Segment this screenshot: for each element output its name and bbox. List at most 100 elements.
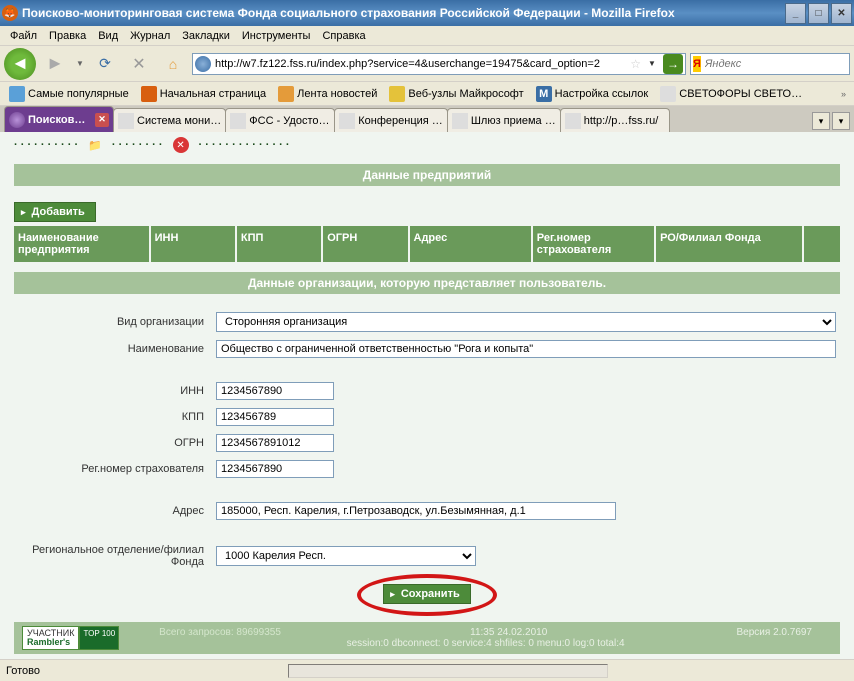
input-inn[interactable] — [216, 382, 334, 400]
hidden-link-2[interactable]: · · · · · · · · — [112, 139, 163, 151]
tab-item[interactable]: http://p…fss.ru/ — [560, 108, 670, 132]
label-ogrn: ОГРН — [18, 437, 208, 449]
bookmark-start-page[interactable]: Начальная страница — [136, 84, 271, 104]
tab-favicon — [118, 113, 134, 129]
nav-home-button[interactable]: ⌂ — [158, 49, 188, 79]
column-header[interactable] — [803, 226, 840, 262]
yandex-icon[interactable]: Я — [693, 56, 701, 72]
bookmark-svetofor[interactable]: СВЕТОФОРЫ СВЕТО… — [655, 84, 807, 104]
top100-badge[interactable]: TOP 100 — [79, 626, 119, 650]
site-identity-icon[interactable] — [195, 56, 211, 72]
column-header[interactable]: Наименование предприятия — [14, 226, 150, 262]
label-address: Адрес — [18, 505, 208, 517]
tab-item[interactable]: Шлюз приема … — [447, 108, 561, 132]
column-header[interactable]: РО/Филиал Фонда — [655, 226, 803, 262]
bookmark-links-setup[interactable]: MНастройка ссылок — [531, 84, 654, 104]
tab-favicon — [230, 113, 246, 129]
hidden-link-1[interactable]: · · · · · · · · · · — [14, 139, 78, 151]
minimize-button[interactable]: _ — [785, 3, 806, 24]
bookmark-microsoft[interactable]: Веб-узлы Майкрософт — [384, 84, 528, 104]
menu-history[interactable]: Журнал — [124, 28, 176, 44]
search-input[interactable] — [705, 58, 848, 70]
url-input[interactable] — [215, 55, 626, 73]
rambler-badge[interactable]: УЧАСТНИКRambler's — [22, 626, 79, 650]
bookmark-icon — [389, 86, 405, 102]
column-header[interactable]: Рег.номер страхователя — [532, 226, 655, 262]
status-bar: Готово — [0, 659, 854, 681]
label-kpp: КПП — [18, 411, 208, 423]
bookmark-star-icon[interactable]: ☆ — [630, 57, 641, 71]
footer-version: Версия 2.0.7697 — [737, 627, 813, 638]
url-bar[interactable]: ☆ ▼ → — [192, 53, 686, 75]
bookmark-most-popular[interactable]: Самые популярные — [4, 84, 134, 104]
sub-section-header: Данные организации, которую представляет… — [14, 272, 840, 294]
label-regnum: Рег.номер страхователя — [18, 463, 208, 475]
column-header[interactable]: ОГРН — [322, 226, 408, 262]
bookmarks-overflow[interactable]: » — [837, 89, 850, 99]
entities-table: Наименование предприятия ИНН КПП ОГРН Ад… — [14, 226, 840, 262]
bookmark-icon: M — [536, 86, 552, 102]
column-header[interactable]: ИНН — [150, 226, 236, 262]
section-header: Данные предприятий — [14, 164, 840, 186]
menu-tools[interactable]: Инструменты — [236, 28, 317, 44]
nav-history-dropdown[interactable]: ▼ — [74, 49, 86, 79]
hidden-link-3[interactable]: · · · · · · · · · · · · · · — [199, 139, 290, 151]
window-title: Поисково-мониторинговая система Фонда со… — [22, 6, 785, 20]
nav-reload-button[interactable]: ⟳ — [90, 49, 120, 79]
bookmark-news-feed[interactable]: Лента новостей — [273, 84, 382, 104]
firefox-icon: 🦊 — [2, 5, 18, 21]
label-inn: ИНН — [18, 385, 208, 397]
menu-edit[interactable]: Правка — [43, 28, 92, 44]
menu-bookmarks[interactable]: Закладки — [176, 28, 236, 44]
tab-favicon — [339, 113, 355, 129]
input-regnum[interactable] — [216, 460, 334, 478]
delete-icon[interactable]: ✕ — [173, 137, 189, 153]
menu-help[interactable]: Справка — [316, 28, 371, 44]
menu-file[interactable]: Файл — [4, 28, 43, 44]
input-kpp[interactable] — [216, 408, 334, 426]
maximize-button[interactable]: □ — [808, 3, 829, 24]
folder-icon[interactable]: 📁 — [88, 139, 102, 152]
tab-item[interactable]: Система мони… — [113, 108, 226, 132]
tab-active[interactable]: Поисков… ✕ — [4, 106, 114, 132]
page-footer: УЧАСТНИКRambler's TOP 100 Всего запросов… — [14, 622, 840, 654]
input-ogrn[interactable] — [216, 434, 334, 452]
tabs-list-button[interactable]: ▾ — [832, 112, 850, 130]
status-text: Готово — [6, 665, 40, 677]
footer-requests: Всего запросов: 89699355 — [159, 627, 281, 638]
select-regional[interactable]: 1000 Карелия Респ. — [216, 546, 476, 566]
tab-close-icon[interactable]: ✕ — [95, 113, 109, 127]
label-org-type: Вид организации — [18, 316, 208, 328]
save-button[interactable]: Сохранить — [383, 584, 470, 604]
select-org-type[interactable]: Сторонняя организация — [216, 312, 836, 332]
input-name[interactable] — [216, 340, 836, 358]
tab-favicon — [9, 112, 25, 128]
menu-bar: Файл Правка Вид Журнал Закладки Инструме… — [0, 26, 854, 46]
nav-stop-button[interactable]: ✕ — [124, 49, 154, 79]
search-bar[interactable]: Я — [690, 53, 850, 75]
new-tab-button[interactable]: ▾ — [812, 112, 830, 130]
footer-session: session:0 dbconnect: 0 service:4 shfiles… — [139, 638, 832, 649]
status-empty-section — [288, 664, 608, 678]
tab-favicon — [565, 113, 581, 129]
add-button[interactable]: Добавить — [14, 202, 96, 222]
label-regional: Региональное отделение/филиал Фонда — [18, 544, 208, 568]
go-button[interactable]: → — [663, 54, 683, 74]
url-dropdown[interactable]: ▼ — [645, 59, 659, 68]
column-header[interactable]: Адрес — [409, 226, 532, 262]
page-toolbar: · · · · · · · · · · 📁 · · · · · · · · ✕ … — [14, 132, 840, 158]
bookmarks-toolbar: Самые популярные Начальная страница Лент… — [0, 82, 854, 106]
nav-back-button[interactable]: ◄ — [4, 48, 36, 80]
menu-view[interactable]: Вид — [92, 28, 124, 44]
input-address[interactable] — [216, 502, 616, 520]
bookmark-icon — [660, 86, 676, 102]
tab-item[interactable]: ФСС - Удосто… — [225, 108, 335, 132]
organization-form: Вид организации Сторонняя организация На… — [14, 312, 840, 568]
column-header[interactable]: КПП — [236, 226, 322, 262]
nav-forward-button[interactable]: ► — [40, 49, 70, 79]
close-button[interactable]: ✕ — [831, 3, 852, 24]
tab-item[interactable]: Конференция … — [334, 108, 448, 132]
label-name: Наименование — [18, 343, 208, 355]
tab-favicon — [452, 113, 468, 129]
tabs-bar: Поисков… ✕ Система мони… ФСС - Удосто… К… — [0, 106, 854, 132]
